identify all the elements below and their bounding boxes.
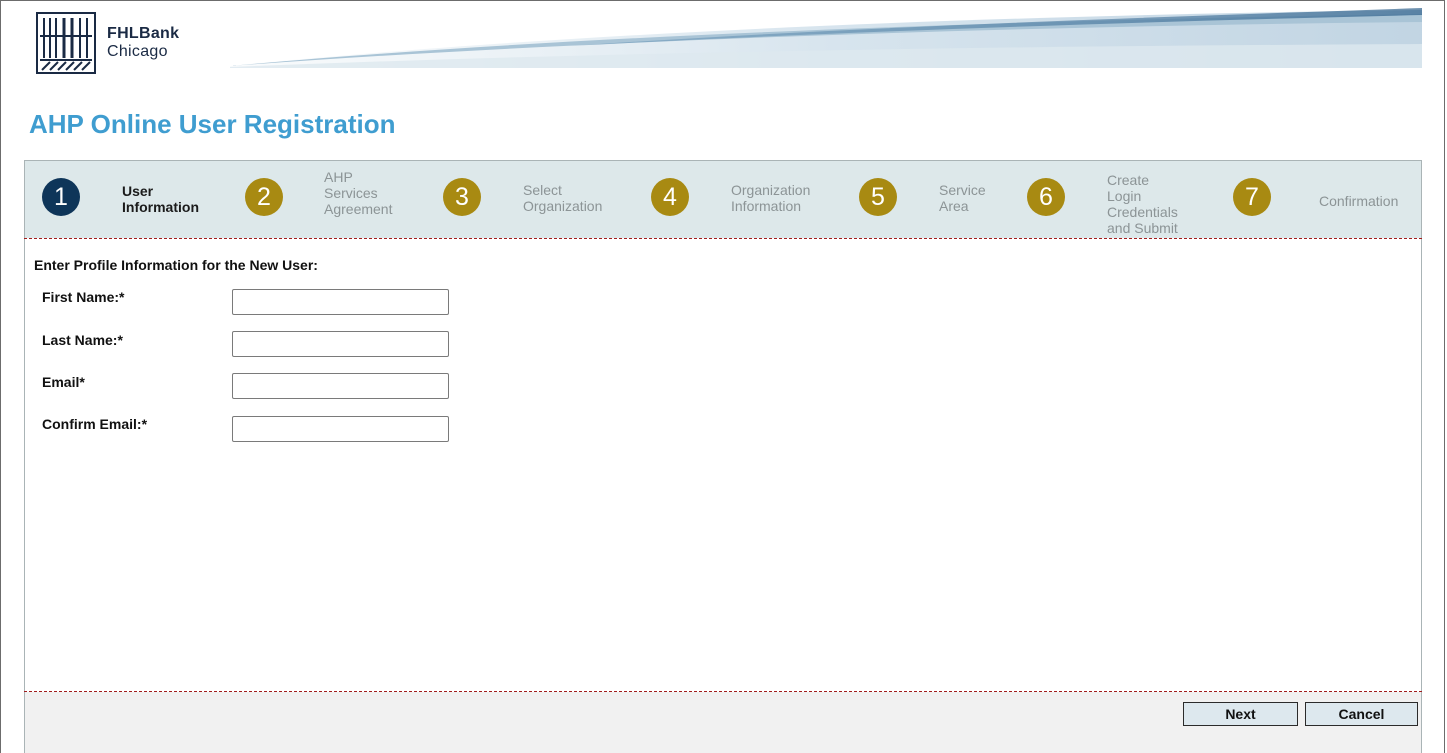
last-name-input[interactable]: [232, 331, 449, 357]
step-number-2-icon: 2: [245, 178, 283, 216]
page-title: AHP Online User Registration: [29, 109, 396, 139]
step-number-1-icon: 1: [42, 178, 80, 216]
step-number-4-icon: 4: [651, 178, 689, 216]
step-label-organization-information: Organization Information: [731, 182, 810, 214]
step-number-3-icon: 3: [443, 178, 481, 216]
step-label-line: and Submit: [1107, 220, 1178, 236]
step-label-line: Services: [324, 185, 378, 201]
step-number-6-icon: 6: [1027, 178, 1065, 216]
next-button[interactable]: Next: [1183, 702, 1298, 726]
step-label-select-organization: Select Organization: [523, 182, 602, 214]
step-label-confirmation: Confirmation: [1319, 193, 1398, 209]
brand-name-line1: FHLBank: [107, 25, 180, 42]
step-label-line: Information: [122, 199, 199, 215]
email-input[interactable]: [232, 373, 449, 399]
form-heading: Enter Profile Information for the New Us…: [34, 257, 318, 273]
step-label-service-area: Service Area: [939, 182, 986, 214]
header-swoosh-banner: [230, 8, 1422, 68]
step-label-ahp-services-agreement: AHP Services Agreement: [324, 169, 392, 217]
first-name-input[interactable]: [232, 289, 449, 315]
step-number-5-icon: 5: [859, 178, 897, 216]
cancel-button[interactable]: Cancel: [1305, 702, 1418, 726]
step-label-line: AHP: [324, 169, 353, 185]
fhlbank-logo-icon: [36, 12, 96, 74]
step-label-line: Confirmation: [1319, 193, 1399, 209]
step-label-line: Organization: [731, 182, 811, 198]
header: FHLBank Chicago: [0, 0, 1445, 80]
step-label-line: Service: [939, 182, 986, 198]
step-label-line: User: [122, 183, 154, 199]
confirm-email-label: Confirm Email:*: [42, 416, 148, 432]
step-label-line: Organization: [523, 198, 603, 214]
step-label-line: Agreement: [324, 201, 393, 217]
first-name-label: First Name:*: [42, 289, 125, 305]
step-label-create-login-credentials: Create Login Credentials and Submit: [1107, 172, 1178, 236]
email-label: Email*: [42, 374, 85, 390]
step-label-line: Information: [731, 198, 802, 214]
registration-steps: 1 User Information 2 AHP Services Agreem…: [24, 160, 1422, 238]
step-label-line: Select: [523, 182, 562, 198]
step-label-line: Create Login: [1107, 172, 1150, 204]
step-label-line: Area: [939, 198, 969, 214]
step-number-7-icon: 7: [1233, 178, 1271, 216]
last-name-label: Last Name:*: [42, 332, 123, 348]
step-label-line: Credentials: [1107, 204, 1178, 220]
brand-name: FHLBank Chicago: [107, 25, 179, 61]
confirm-email-input[interactable]: [232, 416, 449, 442]
brand-name-line2: Chicago: [107, 43, 168, 60]
step-label-user-information: User Information: [122, 183, 199, 215]
